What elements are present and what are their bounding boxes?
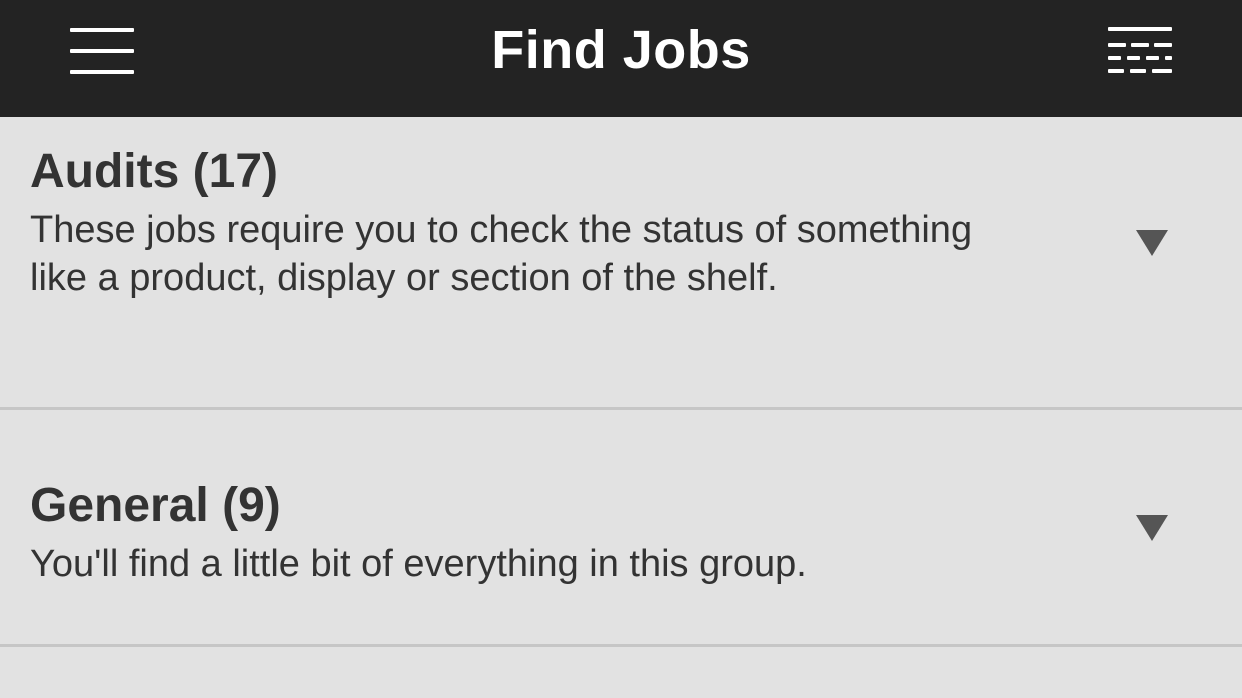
group-description: These jobs require you to check the stat…: [30, 209, 973, 299]
filter-icon-line: [1127, 56, 1140, 60]
job-group-general[interactable]: General (9) You'll find a little bit of …: [0, 410, 1242, 644]
group-title: General (9): [30, 479, 281, 532]
chevron-down-icon: [1136, 230, 1168, 256]
filter-icon-line: [1154, 43, 1172, 47]
filter-icon-line: [1130, 69, 1146, 73]
job-group-list: Audits (17) These jobs require you to ch…: [0, 117, 1242, 698]
filter-icon-line: [1146, 56, 1159, 60]
filter-icon-line: [1152, 69, 1172, 73]
page-title: Find Jobs: [491, 20, 751, 80]
filter-icon-line: [1165, 56, 1172, 60]
job-group-audits[interactable]: Audits (17) These jobs require you to ch…: [0, 117, 1242, 407]
filter-icon-line: [1131, 43, 1149, 47]
chevron-down-icon: [1136, 515, 1168, 541]
top-navigation-bar: Find Jobs: [0, 0, 1242, 117]
filter-icon-line: [1108, 27, 1172, 31]
filter-icon-line: [1108, 43, 1126, 47]
group-title: Audits (17): [30, 145, 279, 198]
group-description: You'll find a little bit of everything i…: [30, 543, 807, 585]
filter-icon-line: [1108, 56, 1121, 60]
filter-icon-line: [1108, 69, 1124, 73]
filter-button[interactable]: [1094, 14, 1186, 90]
divider: [0, 644, 1242, 647]
